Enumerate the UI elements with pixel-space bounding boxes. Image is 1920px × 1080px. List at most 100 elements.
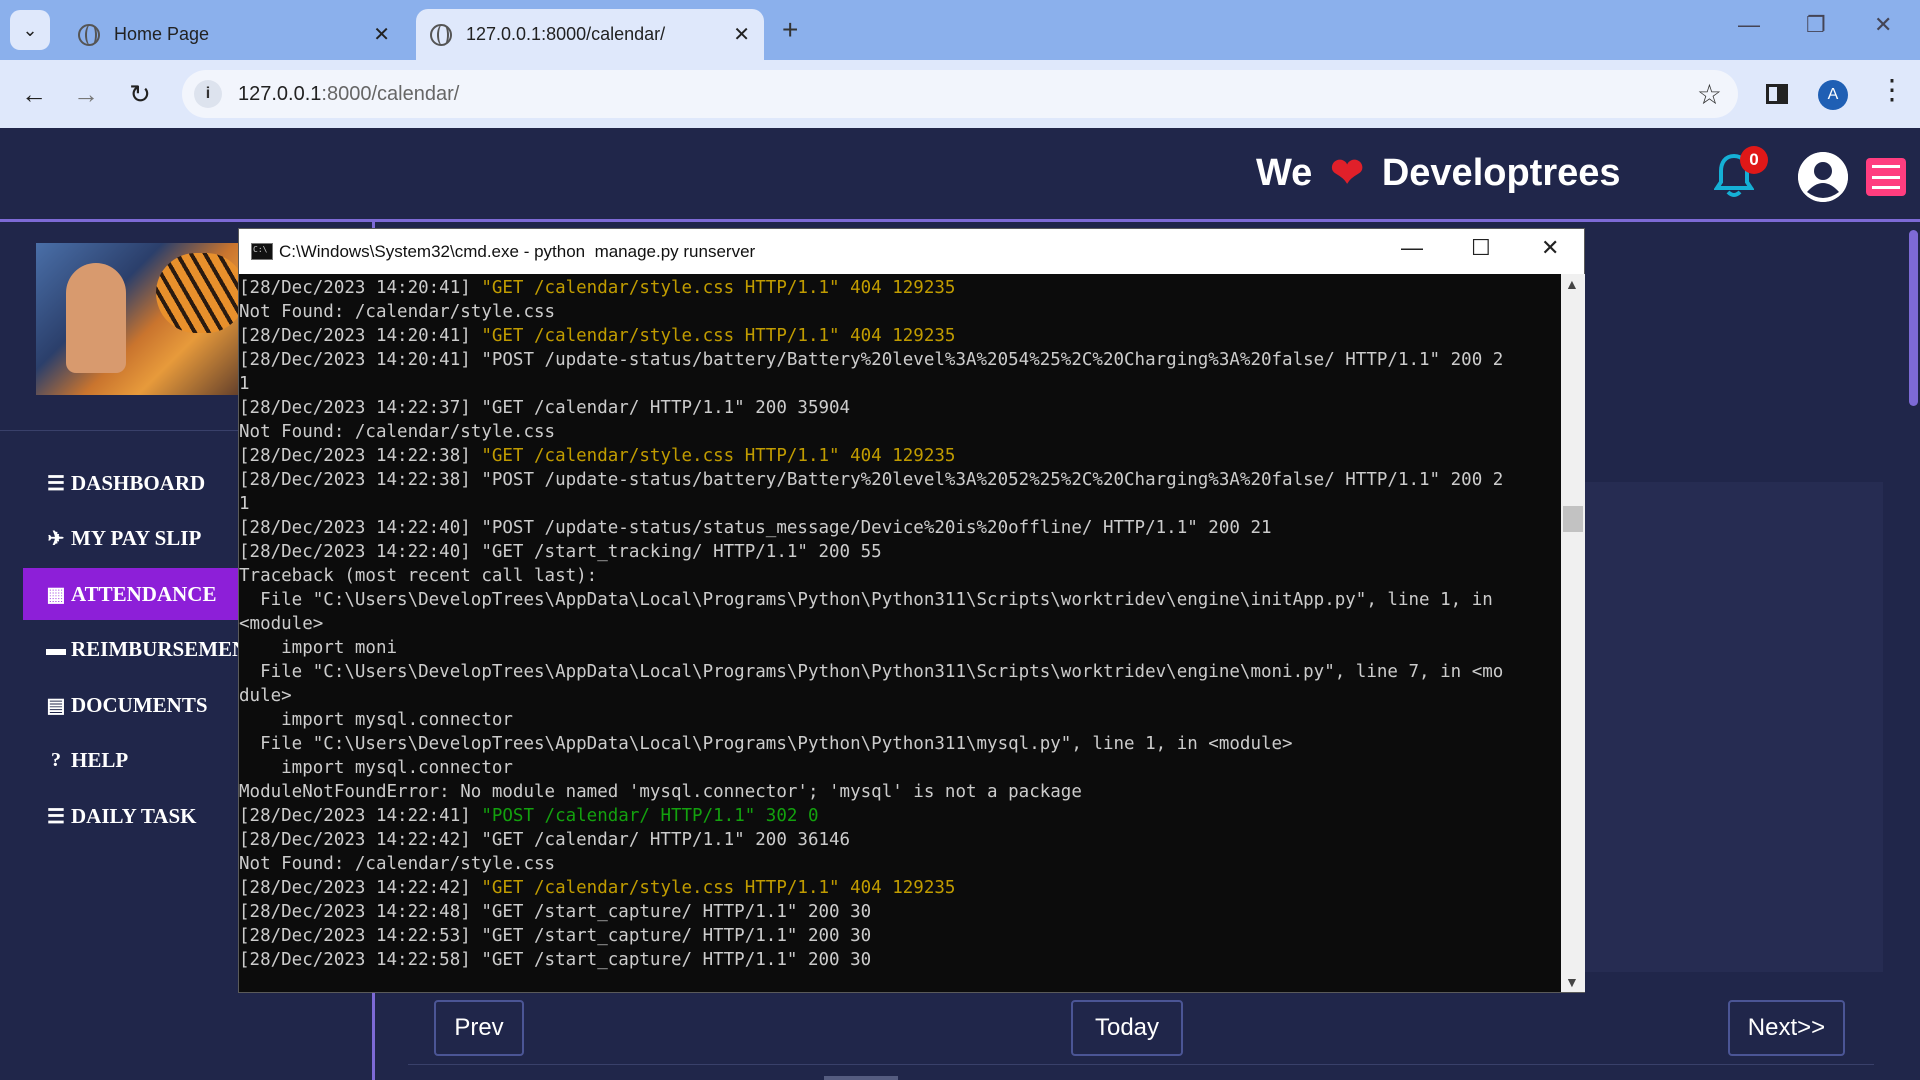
side-panel-icon[interactable] (1766, 84, 1788, 104)
cmd-minimize-icon[interactable]: — (1401, 235, 1423, 261)
cmd-line-text: [28/Dec/2023 14:22:41] (239, 806, 482, 826)
cmd-line: import moni (239, 636, 1561, 660)
cmd-maximize-icon[interactable]: ☐ (1471, 235, 1491, 261)
cmd-line-text: [28/Dec/2023 14:22:42] "GET /calendar/ H… (239, 830, 851, 850)
reload-icon[interactable]: ↻ (120, 74, 160, 114)
cmd-app-icon: C:\ (251, 243, 273, 260)
cmd-scroll-thumb[interactable] (1563, 506, 1583, 532)
site-header: We ❤ Developtrees 0 (0, 130, 1920, 222)
tab-title: 127.0.0.1:8000/calendar/ (466, 24, 666, 44)
browser-menu-icon[interactable]: ⋮ (1878, 76, 1906, 104)
cmd-line: Not Found: /calendar/style.css (239, 852, 1561, 876)
prev-button[interactable]: Prev (434, 1000, 524, 1056)
cmd-line-text: [28/Dec/2023 14:22:48] "GET /start_captu… (239, 902, 872, 922)
cmd-line: [28/Dec/2023 14:20:41] "GET /calendar/st… (239, 276, 1561, 300)
task-list-icon: ☰ (47, 805, 65, 828)
cmd-line: File "C:\Users\DevelopTrees\AppData\Loca… (239, 588, 1561, 612)
cmd-line: [28/Dec/2023 14:22:38] "GET /calendar/st… (239, 444, 1561, 468)
cmd-line-text: File "C:\Users\DevelopTrees\AppData\Loca… (239, 662, 1504, 682)
notification-badge: 0 (1740, 146, 1768, 174)
cmd-line-text: [28/Dec/2023 14:22:40] "GET /start_track… (239, 542, 882, 562)
cmd-line-text: <module> (239, 614, 324, 634)
cmd-line: [28/Dec/2023 14:20:41] "POST /update-sta… (239, 348, 1561, 372)
cmd-scrollbar[interactable]: ▲ ▼ (1561, 274, 1585, 992)
hamburger-menu-button[interactable] (1866, 158, 1906, 196)
cmd-window: C:\ C:\Windows\System32\cmd.exe - python… (238, 228, 1585, 993)
cmd-close-icon[interactable]: ✕ (1541, 235, 1559, 261)
cmd-line: [28/Dec/2023 14:22:53] "GET /start_captu… (239, 924, 1561, 948)
scroll-up-icon[interactable]: ▲ (1565, 276, 1579, 292)
globe-icon (78, 23, 100, 46)
paper-plane-icon: ✈ (47, 527, 65, 550)
cmd-line: [28/Dec/2023 14:22:40] "GET /start_track… (239, 540, 1561, 564)
file-icon: ▤ (46, 694, 66, 717)
question-circle-icon: ? (51, 748, 61, 771)
cmd-line-text: Not Found: /calendar/style.css (239, 422, 556, 442)
bars-icon: ☰ (47, 472, 65, 495)
cmd-line: Traceback (most recent call last): (239, 564, 1561, 588)
cmd-line: Not Found: /calendar/style.css (239, 420, 1561, 444)
tab-search-chevron-icon[interactable]: ⌄ (10, 10, 50, 50)
profile-avatar[interactable]: A (1818, 80, 1848, 110)
cmd-line: <module> (239, 612, 1561, 636)
cmd-line-text: import moni (239, 638, 398, 658)
cmd-line: import mysql.connector (239, 756, 1561, 780)
scroll-down-icon[interactable]: ▼ (1565, 974, 1579, 990)
browser-toolbar: ← → ↻ i 127.0.0.1:8000/calendar/ ☆ A ⋮ (0, 60, 1920, 128)
cmd-line: [28/Dec/2023 14:22:42] "GET /calendar/st… (239, 876, 1561, 900)
tab-close-icon[interactable]: ✕ (373, 22, 390, 47)
site-info-icon[interactable]: i (194, 80, 222, 108)
close-window-icon[interactable]: ✕ (1874, 12, 1892, 38)
cmd-line-highlight: "POST /calendar/ HTTP/1.1" 302 0 (481, 806, 819, 826)
bookmark-star-icon[interactable]: ☆ (1697, 78, 1722, 111)
restore-icon[interactable]: ❐ (1806, 12, 1826, 38)
page-scrollbar[interactable] (1906, 226, 1920, 1080)
profile-banner-image (36, 243, 246, 395)
today-button[interactable]: Today (1071, 1000, 1183, 1056)
calendar-icon: ▦ (46, 583, 66, 606)
scrollbar-thumb[interactable] (1909, 230, 1918, 406)
cmd-title: C:\Windows\System32\cmd.exe - python man… (279, 241, 756, 261)
cmd-line-text: [28/Dec/2023 14:22:58] "GET /start_captu… (239, 950, 872, 970)
cmd-line: 1 (239, 372, 1561, 396)
cmd-line: [28/Dec/2023 14:22:42] "GET /calendar/ H… (239, 828, 1561, 852)
cmd-line-text: Not Found: /calendar/style.css (239, 854, 556, 874)
user-account-icon[interactable] (1798, 152, 1848, 202)
browser-tab-bar: ⌄ Home Page ✕ 127.0.0.1:8000/calendar/ ✕… (0, 0, 1920, 60)
cmd-line-text: [28/Dec/2023 14:22:53] "GET /start_captu… (239, 926, 872, 946)
cmd-output[interactable]: [28/Dec/2023 14:20:41] "GET /calendar/st… (239, 274, 1561, 992)
cmd-line-text: 1 (239, 374, 250, 394)
credit-card-icon: ▬ (46, 637, 66, 660)
url-text: 127.0.0.1:8000/calendar/ (238, 82, 460, 105)
tab-close-icon[interactable]: ✕ (733, 22, 750, 47)
brand-title: We ❤ Developtrees (1256, 150, 1621, 196)
tab-title: Home Page (114, 24, 210, 44)
cmd-line-text: [28/Dec/2023 14:22:37] "GET /calendar/ H… (239, 398, 851, 418)
cmd-line-text: dule> (239, 686, 292, 706)
minimize-icon[interactable]: — (1738, 12, 1760, 38)
forward-arrow-icon[interactable]: → (66, 74, 106, 114)
cmd-line: 1 (239, 492, 1561, 516)
cmd-line: [28/Dec/2023 14:22:48] "GET /start_captu… (239, 900, 1561, 924)
scroll-indicator (824, 1076, 898, 1080)
cmd-title-bar[interactable]: C:\ C:\Windows\System32\cmd.exe - python… (239, 229, 1584, 274)
tab-home-page[interactable]: Home Page ✕ (64, 9, 404, 60)
cmd-line-highlight: "GET /calendar/style.css HTTP/1.1" 404 1… (481, 278, 956, 298)
cmd-line-text: [28/Dec/2023 14:20:41] (239, 326, 482, 346)
back-arrow-icon[interactable]: ← (14, 74, 54, 114)
calendar-bottom-border (408, 1064, 1874, 1065)
cmd-line-text: [28/Dec/2023 14:22:40] "POST /update-sta… (239, 518, 1272, 538)
cmd-line: dule> (239, 684, 1561, 708)
cmd-line-text: [28/Dec/2023 14:22:38] (239, 446, 482, 466)
address-bar[interactable]: i 127.0.0.1:8000/calendar/ ☆ (182, 70, 1738, 118)
globe-icon (430, 23, 452, 46)
cmd-line-text: import mysql.connector (239, 758, 513, 778)
cmd-line-text: ModuleNotFoundError: No module named 'my… (239, 782, 1082, 802)
new-tab-icon[interactable]: + (782, 14, 798, 46)
tab-calendar[interactable]: 127.0.0.1:8000/calendar/ ✕ (416, 9, 764, 60)
cmd-line-text: [28/Dec/2023 14:20:41] (239, 278, 482, 298)
next-button[interactable]: Next>> (1728, 1000, 1845, 1056)
cmd-line-text: [28/Dec/2023 14:22:38] "POST /update-sta… (239, 470, 1504, 490)
heart-icon: ❤ (1330, 151, 1364, 195)
cmd-line-text: [28/Dec/2023 14:20:41] "POST /update-sta… (239, 350, 1504, 370)
